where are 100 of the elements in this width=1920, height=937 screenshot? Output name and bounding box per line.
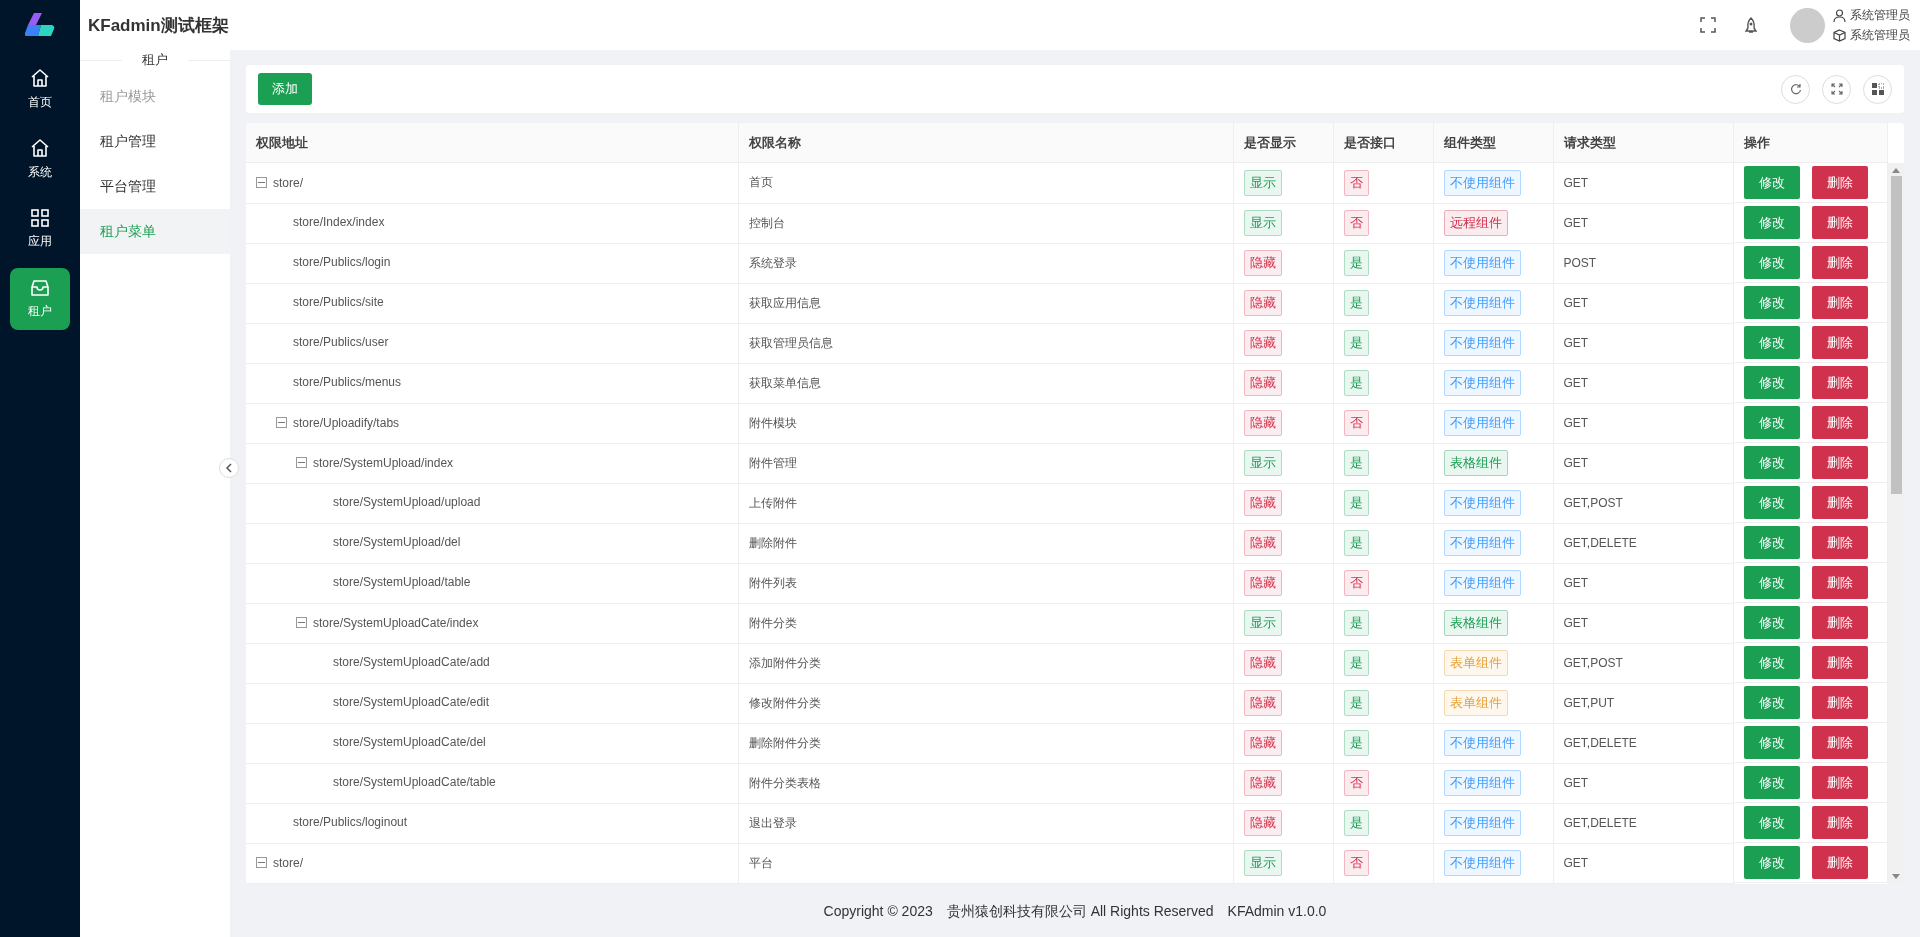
- edit-button[interactable]: 修改: [1743, 166, 1800, 199]
- menu-item[interactable]: 租户菜单: [80, 209, 230, 254]
- edit-button[interactable]: 修改: [1743, 526, 1800, 559]
- status-tag: 显示: [1243, 450, 1282, 476]
- delete-button[interactable]: 删除: [1811, 366, 1868, 399]
- scrollbar[interactable]: [1888, 163, 1904, 884]
- table-cell: GET: [1553, 283, 1733, 323]
- nav-item[interactable]: 首页: [10, 58, 70, 120]
- delete-button[interactable]: 删除: [1811, 486, 1868, 519]
- delete-button[interactable]: 删除: [1811, 726, 1868, 759]
- columns-button[interactable]: [1863, 74, 1892, 104]
- component-tag: 不使用组件: [1443, 410, 1521, 436]
- status-tag: 显示: [1243, 210, 1282, 236]
- edit-button[interactable]: 修改: [1743, 726, 1800, 759]
- collapse-toggle[interactable]: [296, 457, 307, 469]
- edit-button[interactable]: 修改: [1743, 646, 1800, 679]
- status-tag: 隐藏: [1243, 730, 1282, 756]
- status-tag: 隐藏: [1243, 410, 1282, 436]
- edit-button[interactable]: 修改: [1743, 566, 1800, 599]
- edit-button[interactable]: 修改: [1743, 246, 1800, 279]
- delete-button[interactable]: 删除: [1811, 206, 1868, 239]
- column-header: 组件类型: [1433, 123, 1553, 163]
- delete-button[interactable]: 删除: [1811, 166, 1868, 199]
- user-role: 系统管理员: [1850, 26, 1910, 44]
- collapse-toggle[interactable]: [256, 857, 267, 869]
- component-tag: 表格组件: [1443, 610, 1508, 636]
- nav-item[interactable]: 租户: [10, 268, 70, 330]
- table-cell: GET: [1553, 563, 1733, 603]
- component-tag: 不使用组件: [1443, 850, 1521, 876]
- home-icon: [30, 137, 50, 158]
- edit-button[interactable]: 修改: [1743, 766, 1800, 799]
- permission-path: store/: [273, 855, 303, 870]
- component-tag: 不使用组件: [1443, 730, 1521, 756]
- table-cell: 附件管理: [738, 443, 1233, 483]
- delete-button[interactable]: 删除: [1811, 806, 1868, 839]
- table-cell: GET,DELETE: [1553, 523, 1733, 563]
- status-tag: 隐藏: [1243, 650, 1282, 676]
- delete-button[interactable]: 删除: [1811, 246, 1868, 279]
- collapse-toggle[interactable]: [256, 177, 267, 188]
- delete-button[interactable]: 删除: [1811, 566, 1868, 599]
- delete-button[interactable]: 删除: [1811, 446, 1868, 479]
- expand-button[interactable]: [1822, 74, 1851, 104]
- chevron-left-icon: [225, 463, 233, 473]
- status-tag: 否: [1343, 770, 1369, 796]
- delete-button[interactable]: 删除: [1811, 286, 1868, 319]
- status-tag: 是: [1343, 290, 1369, 316]
- delete-button[interactable]: 删除: [1811, 606, 1868, 639]
- status-tag: 隐藏: [1243, 570, 1282, 596]
- status-tag: 是: [1343, 330, 1369, 356]
- delete-button[interactable]: 删除: [1811, 846, 1868, 879]
- component-tag: 远程组件: [1443, 210, 1508, 236]
- edit-button[interactable]: 修改: [1743, 326, 1800, 359]
- edit-button[interactable]: 修改: [1743, 446, 1800, 479]
- table-cell: GET: [1553, 843, 1733, 883]
- edit-button[interactable]: 修改: [1743, 206, 1800, 239]
- copyright-text: Copyright © 2023: [823, 902, 933, 921]
- refresh-button[interactable]: [1781, 74, 1810, 104]
- inbox-icon: [31, 278, 49, 297]
- delete-button[interactable]: 删除: [1811, 646, 1868, 679]
- delete-button[interactable]: 删除: [1811, 526, 1868, 559]
- delete-button[interactable]: 删除: [1811, 406, 1868, 439]
- add-button[interactable]: 添加: [258, 73, 312, 105]
- edit-button[interactable]: 修改: [1743, 686, 1800, 719]
- component-tag: 表格组件: [1443, 450, 1508, 476]
- table-cell: GET,DELETE: [1553, 723, 1733, 763]
- edit-button[interactable]: 修改: [1743, 606, 1800, 639]
- table-cell: 附件分类: [738, 603, 1233, 643]
- fullscreen-icon[interactable]: [1700, 17, 1716, 33]
- nav-item[interactable]: 系统: [10, 128, 70, 190]
- permission-path: store/Publics/user: [293, 335, 389, 350]
- version-text: KFAdmin v1.0.0: [1227, 902, 1327, 921]
- home-icon: [30, 67, 50, 88]
- collapse-button[interactable]: [219, 458, 239, 478]
- scroll-down-arrow-icon: [1892, 873, 1900, 880]
- table-cell: GET: [1553, 603, 1733, 643]
- component-tag: 不使用组件: [1443, 290, 1521, 316]
- edit-button[interactable]: 修改: [1743, 406, 1800, 439]
- edit-button[interactable]: 修改: [1743, 486, 1800, 519]
- status-tag: 隐藏: [1243, 330, 1282, 356]
- menu-item[interactable]: 平台管理: [80, 164, 230, 209]
- delete-button[interactable]: 删除: [1811, 326, 1868, 359]
- logo-icon: [25, 11, 55, 39]
- permission-path: store/SystemUpload/del: [333, 535, 461, 550]
- table-cell: GET: [1553, 763, 1733, 803]
- edit-button[interactable]: 修改: [1743, 366, 1800, 399]
- collapse-toggle[interactable]: [276, 417, 287, 429]
- edit-button[interactable]: 修改: [1743, 286, 1800, 319]
- delete-button[interactable]: 删除: [1811, 686, 1868, 719]
- edit-button[interactable]: 修改: [1743, 846, 1800, 879]
- rocket-icon[interactable]: [1744, 16, 1758, 34]
- menu-item[interactable]: 租户管理: [80, 119, 230, 164]
- edit-button[interactable]: 修改: [1743, 806, 1800, 839]
- status-tag: 隐藏: [1243, 290, 1282, 316]
- nav-item[interactable]: 应用: [10, 198, 70, 260]
- delete-button[interactable]: 删除: [1811, 766, 1868, 799]
- permission-path: store/SystemUploadCate/edit: [333, 695, 490, 710]
- collapse-toggle[interactable]: [296, 617, 307, 629]
- table-cell: 附件分类表格: [738, 763, 1233, 803]
- status-tag: 否: [1343, 410, 1369, 436]
- grid-icon: [31, 208, 49, 227]
